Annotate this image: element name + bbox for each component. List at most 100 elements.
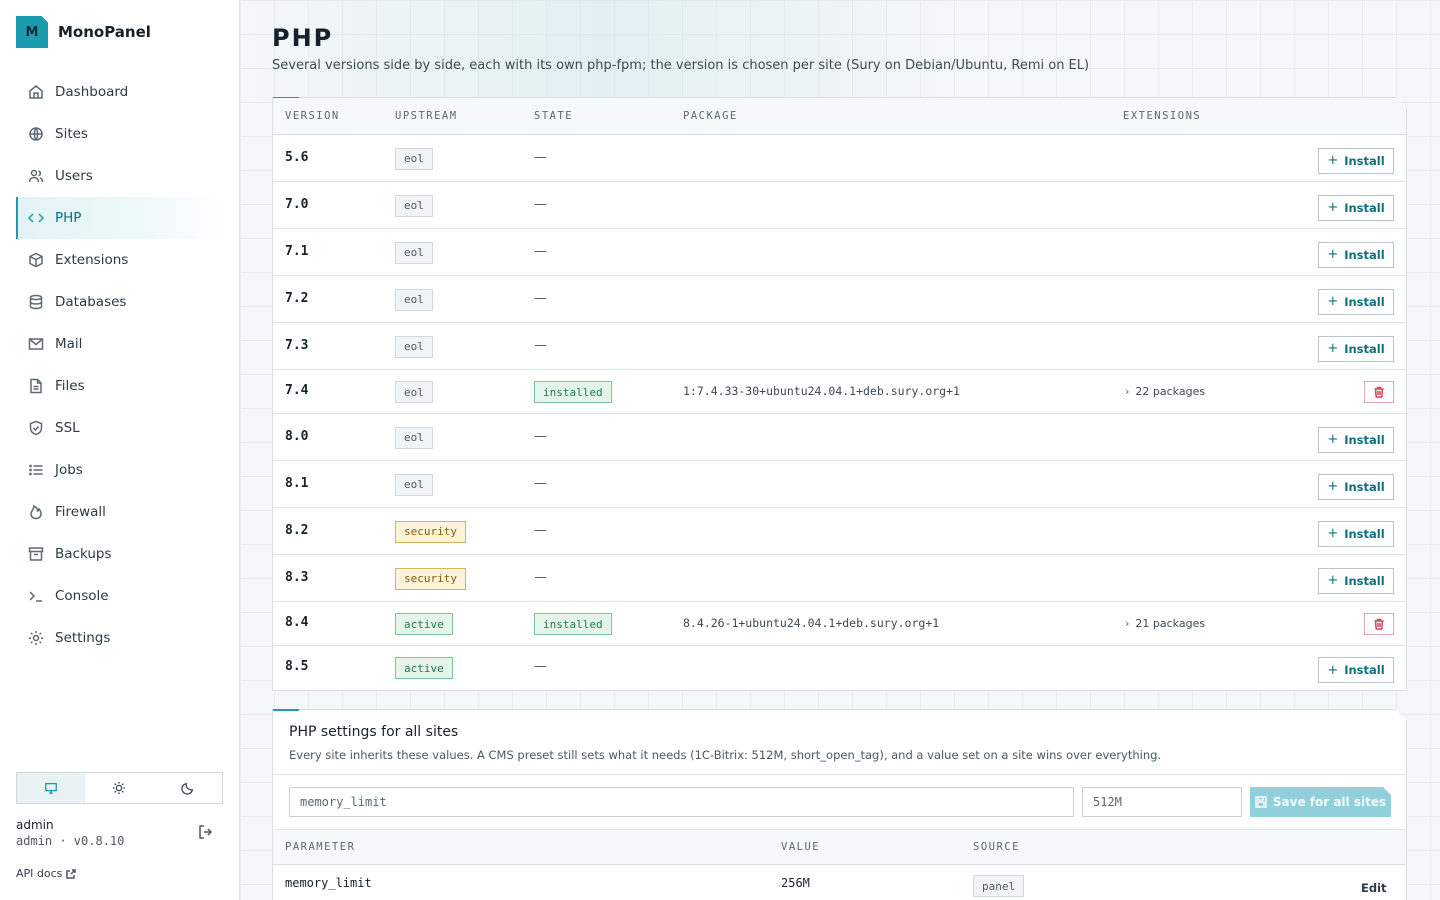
uninstall-button[interactable]: [1364, 381, 1394, 403]
users-icon: [28, 169, 44, 183]
parameter-input[interactable]: memory_limit: [289, 787, 1074, 817]
install-button[interactable]: + Install: [1318, 521, 1394, 547]
install-button[interactable]: + Install: [1318, 336, 1394, 362]
sidebar-item-settings[interactable]: Settings: [16, 617, 224, 659]
plus-icon: +: [1327, 662, 1339, 678]
install-button[interactable]: + Install: [1318, 568, 1394, 594]
col-state: STATE: [534, 110, 574, 122]
logout-icon: [199, 825, 213, 839]
sidebar-item-files[interactable]: Files: [16, 365, 224, 407]
install-button[interactable]: + Install: [1318, 474, 1394, 500]
sidebar-item-mail[interactable]: Mail: [16, 323, 224, 365]
user-block: admin admin · v0.8.10: [16, 818, 124, 848]
edit-button[interactable]: Edit: [1361, 881, 1387, 895]
install-button[interactable]: + Install: [1318, 427, 1394, 453]
save-all-sites-button[interactable]: Save for all sites: [1250, 787, 1391, 817]
extensions-toggle[interactable]: › 22 packages: [1125, 385, 1205, 398]
sidebar-item-console[interactable]: Console: [16, 575, 224, 617]
state-empty: —: [534, 337, 547, 353]
upstream-badge: active: [395, 613, 453, 635]
settings-table-header: PARAMETER VALUE SOURCE: [273, 829, 1406, 865]
state-badge: installed: [534, 613, 612, 635]
sidebar-item-php[interactable]: PHP: [16, 197, 224, 239]
chevron-right-icon: ›: [1125, 385, 1130, 398]
install-label: Install: [1344, 294, 1385, 309]
install-button[interactable]: + Install: [1318, 242, 1394, 268]
brand-logo: M: [16, 16, 48, 48]
brand[interactable]: M MonoPanel: [16, 16, 151, 48]
state-empty: —: [534, 659, 547, 674]
version-number: 8.2: [285, 522, 309, 538]
theme-dark-button[interactable]: [154, 773, 222, 803]
version-number: 8.0: [285, 428, 309, 444]
theme-switch: [16, 772, 223, 804]
sidebar-item-sites[interactable]: Sites: [16, 113, 224, 155]
package-version: 8.4.26-1+ubuntu24.04.1+deb.sury.org+1: [683, 616, 940, 630]
version-row: 7.1 eol — + Install: [273, 229, 1406, 276]
theme-system-button[interactable]: [17, 773, 86, 803]
sidebar-item-label: Jobs: [55, 462, 83, 478]
api-docs-link[interactable]: API docs: [16, 867, 77, 880]
install-label: Install: [1344, 247, 1385, 262]
upstream-badge: active: [395, 657, 453, 679]
col-parameter: PARAMETER: [285, 841, 356, 853]
install-button[interactable]: + Install: [1318, 148, 1394, 174]
sidebar-item-label: Console: [55, 588, 109, 604]
extensions-toggle[interactable]: › 21 packages: [1125, 617, 1205, 630]
state-badge: installed: [534, 381, 612, 403]
theme-light-button[interactable]: [85, 773, 153, 803]
logout-button[interactable]: [198, 824, 214, 840]
sidebar-nav: Dashboard Sites Users PHP Extensions Database…: [16, 71, 224, 659]
sidebar-item-databases[interactable]: Databases: [16, 281, 224, 323]
settings-subtitle: Every site inherits these values. A CMS …: [289, 748, 1162, 762]
install-button[interactable]: + Install: [1318, 289, 1394, 315]
install-button[interactable]: + Install: [1318, 195, 1394, 221]
sidebar-item-users[interactable]: Users: [16, 155, 224, 197]
divider: [273, 774, 1406, 775]
state-empty: —: [534, 196, 547, 212]
package-version: 1:7.4.33-30+ubuntu24.04.1+deb.sury.org+1: [683, 384, 960, 398]
sidebar-item-label: PHP: [55, 210, 82, 226]
version-row: 7.2 eol — + Install: [273, 276, 1406, 323]
install-button[interactable]: + Install: [1318, 657, 1394, 683]
state-empty: —: [534, 149, 547, 165]
sidebar-item-backups[interactable]: Backups: [16, 533, 224, 575]
sidebar: M MonoPanel Dashboard Sites Users PHP Extens…: [0, 0, 240, 900]
upstream-badge: eol: [395, 474, 433, 496]
col-source: SOURCE: [973, 841, 1020, 853]
plus-icon: +: [1327, 247, 1339, 262]
sidebar-item-extensions[interactable]: Extensions: [16, 239, 224, 281]
version-number: 8.1: [285, 475, 309, 491]
trash-icon: [1373, 618, 1385, 630]
sidebar-item-label: Backups: [55, 546, 112, 562]
install-label: Install: [1344, 341, 1385, 356]
value-input[interactable]: 512M: [1082, 787, 1242, 817]
param-name: memory_limit: [285, 876, 372, 890]
version-row: 7.0 eol — + Install: [273, 182, 1406, 229]
uninstall-button[interactable]: [1364, 613, 1394, 635]
version-row: 8.4 active installed 8.4.26-1+ubuntu24.04.1…: [273, 602, 1406, 646]
upstream-badge: security: [395, 568, 466, 590]
upstream-badge: eol: [395, 148, 433, 170]
col-extensions: EXTENSIONS: [1123, 110, 1202, 122]
shield-icon: [29, 420, 43, 436]
plus-icon: +: [1327, 573, 1339, 588]
state-empty: —: [534, 428, 547, 444]
versions-table-body: 5.6 eol — + Install 7.0 eol — + Install 7.1 eol — + In…: [273, 135, 1406, 690]
sidebar-item-firewall[interactable]: Firewall: [16, 491, 224, 533]
sidebar-item-label: Firewall: [55, 504, 106, 520]
user-meta: admin · v0.8.10: [16, 834, 125, 848]
sidebar-item-dashboard[interactable]: Dashboard: [16, 71, 224, 113]
install-label: Install: [1344, 663, 1385, 677]
version-row: 8.0 eol — + Install: [273, 414, 1406, 461]
home-icon: [29, 85, 43, 99]
state-cell: installed: [534, 381, 612, 403]
sidebar-item-label: Extensions: [55, 252, 129, 268]
sidebar-item-label: Settings: [55, 630, 111, 646]
sidebar-item-ssl[interactable]: SSL: [16, 407, 224, 449]
col-upstream: UPSTREAM: [395, 110, 458, 122]
col-package: PACKAGE: [683, 110, 738, 122]
plus-icon: +: [1327, 153, 1339, 168]
terminal-icon: [29, 591, 42, 602]
sidebar-item-jobs[interactable]: Jobs: [16, 449, 224, 491]
